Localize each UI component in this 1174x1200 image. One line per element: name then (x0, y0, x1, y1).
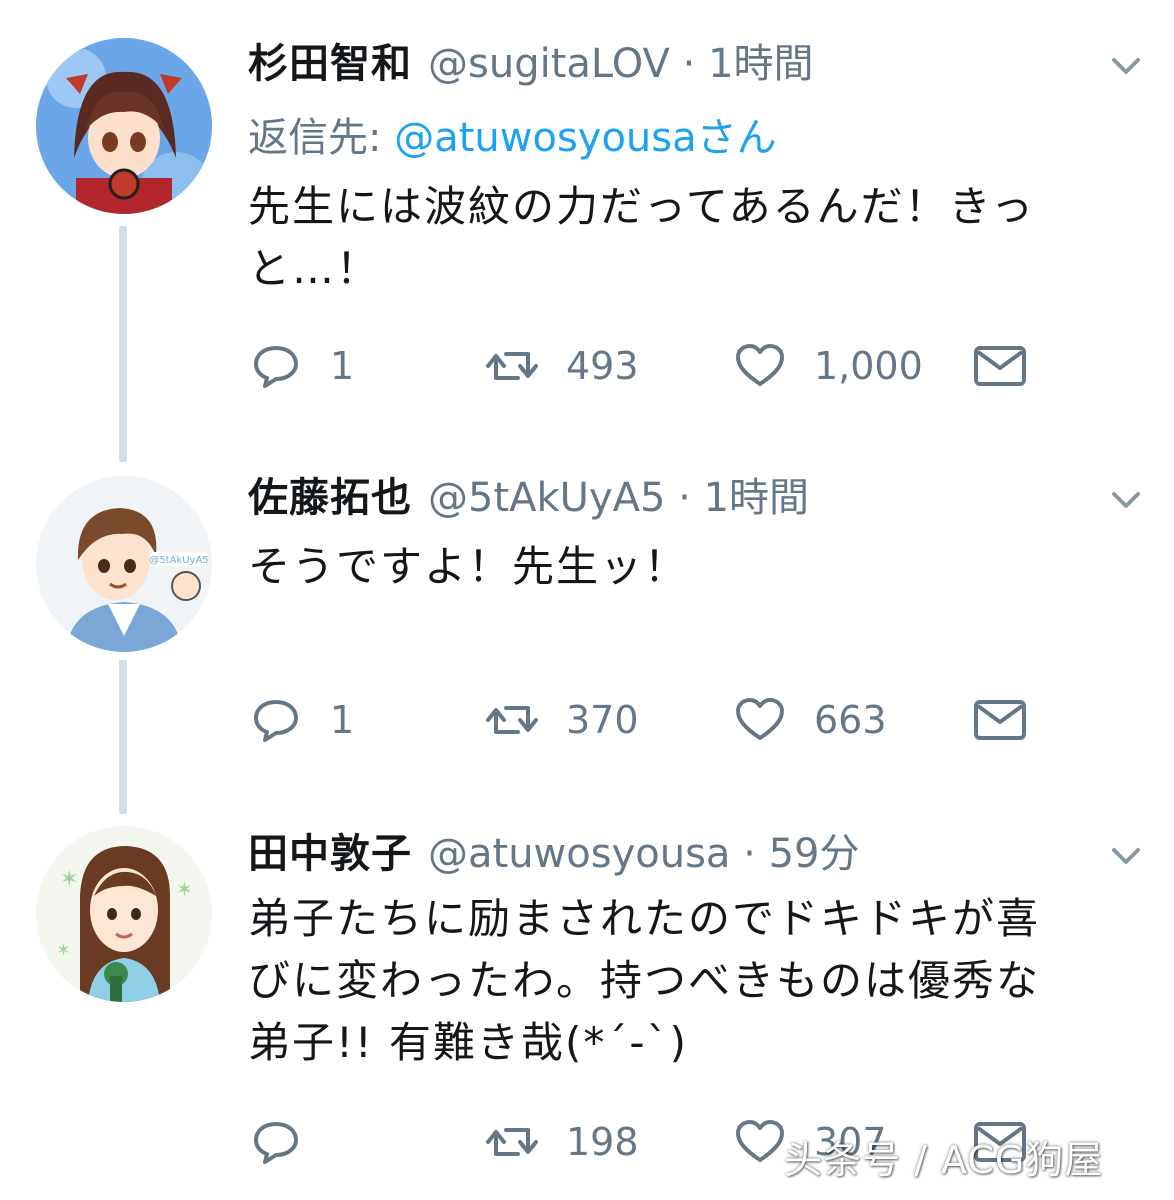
reply-button[interactable]: 1 (248, 338, 354, 394)
tweet-text-line: 弟子!! 有難き哉(*´-`) (248, 1018, 688, 1067)
svg-text:✶: ✶ (176, 877, 193, 901)
chevron-down-icon[interactable] (1106, 46, 1146, 86)
reply-count: 1 (330, 344, 355, 388)
direct-message-button[interactable] (972, 692, 1028, 748)
svg-text:✶: ✶ (56, 940, 71, 961)
tweet-text-line: と…！ (248, 244, 381, 293)
reply-button[interactable]: 1 (248, 692, 354, 748)
chevron-down-icon[interactable] (1106, 480, 1146, 520)
direct-message-button[interactable] (972, 338, 1028, 394)
display-name[interactable]: 佐藤拓也 (248, 475, 412, 521)
retweet-count: 198 (566, 1120, 639, 1164)
replying-to: 返信先: @atuwosyousaさん (248, 110, 777, 166)
avatar[interactable]: ✶ ✶ ✶ (36, 826, 212, 1002)
display-name[interactable]: 杉田智和 (248, 41, 412, 87)
watermark: 头条号 / ACG狗屋 (784, 1138, 1104, 1182)
like-count: 663 (814, 698, 887, 742)
separator-dot: · (665, 475, 704, 521)
reply-mention-link[interactable]: @atuwosyousaさん (394, 115, 776, 161)
reply-button[interactable] (248, 1114, 304, 1170)
chevron-down-icon[interactable] (1106, 836, 1146, 876)
tweet-sugita[interactable]: 杉田智和 @sugitaLOV · 1時間 返信先: @atuwosyousaさん… (0, 0, 1174, 440)
tweet-actions: 1 370 663 (248, 692, 1148, 748)
illustrated-avatar-image: ✶ ✶ ✶ (36, 826, 212, 1002)
avatar[interactable] (36, 38, 212, 214)
reply-count: 1 (330, 698, 355, 742)
like-button[interactable]: 1,000 (732, 338, 923, 394)
tweet-header: 杉田智和 @sugitaLOV · 1時間 (248, 36, 814, 92)
retweet-button[interactable]: 198 (484, 1114, 639, 1170)
envelope-icon (974, 346, 1026, 386)
anime-avatar-image (36, 38, 212, 214)
tweet-text-line: びに変わったわ。持つべきものは優秀な (248, 956, 1041, 1005)
separator-dot: · (669, 41, 709, 87)
tweet-text-line: 先生には波紋の力だってあるんだ！きっ (248, 182, 1035, 231)
tweet-header: 佐藤拓也 @5tAkUyA5 · 1時間 (248, 470, 809, 526)
retweet-button[interactable]: 370 (484, 692, 639, 748)
like-button[interactable]: 663 (732, 692, 887, 748)
heart-icon (736, 698, 784, 740)
timestamp[interactable]: 59分 (769, 831, 860, 877)
user-handle[interactable]: @5tAkUyA5 (428, 475, 665, 521)
reply-prefix: 返信先: (248, 115, 395, 161)
like-count: 1,000 (814, 344, 923, 388)
heart-icon (736, 344, 784, 386)
user-handle[interactable]: @atuwosyousa (428, 831, 730, 877)
tweet-text: 弟子たちに励まされたのでドキドキが喜 びに変わったわ。持つべきものは優秀な 弟子… (248, 888, 1148, 1074)
envelope-icon (974, 700, 1026, 740)
avatar-label: @5tAkUyA5 (149, 555, 208, 566)
retweet-count: 493 (566, 344, 639, 388)
retweet-icon (486, 1128, 538, 1156)
tweet-text: 先生には波紋の力だってあるんだ！きっ と…！ (248, 176, 1148, 300)
tweet-text: そうですよ！先生ッ！ (248, 536, 1148, 598)
avatar[interactable]: @5tAkUyA5 (36, 476, 212, 652)
tweet-text-line: そうですよ！先生ッ！ (248, 542, 689, 591)
display-name[interactable]: 田中敦子 (248, 831, 412, 877)
separator-dot: · (730, 831, 769, 877)
reply-icon (254, 346, 298, 388)
retweet-icon (486, 706, 538, 734)
heart-icon (736, 1120, 784, 1162)
tweet-text-line: 弟子たちに励まされたのでドキドキが喜 (248, 894, 1041, 943)
retweet-icon (486, 352, 538, 380)
reply-icon (254, 1122, 298, 1164)
retweet-button[interactable]: 493 (484, 338, 639, 394)
reply-icon (254, 700, 298, 742)
user-handle[interactable]: @sugitaLOV (428, 41, 670, 87)
timestamp[interactable]: 1時間 (704, 475, 809, 521)
tweet-sato[interactable]: @5tAkUyA5 佐藤拓也 @5tAkUyA5 · 1時間 そうですよ！先生ッ！… (0, 440, 1174, 820)
timestamp[interactable]: 1時間 (708, 41, 813, 87)
retweet-count: 370 (566, 698, 639, 742)
anime-avatar-image: @5tAkUyA5 (36, 476, 212, 652)
svg-text:✶: ✶ (60, 867, 78, 892)
tweet-actions: 1 493 1,000 (248, 338, 1148, 394)
tweet-header: 田中敦子 @atuwosyousa · 59分 (248, 826, 859, 882)
